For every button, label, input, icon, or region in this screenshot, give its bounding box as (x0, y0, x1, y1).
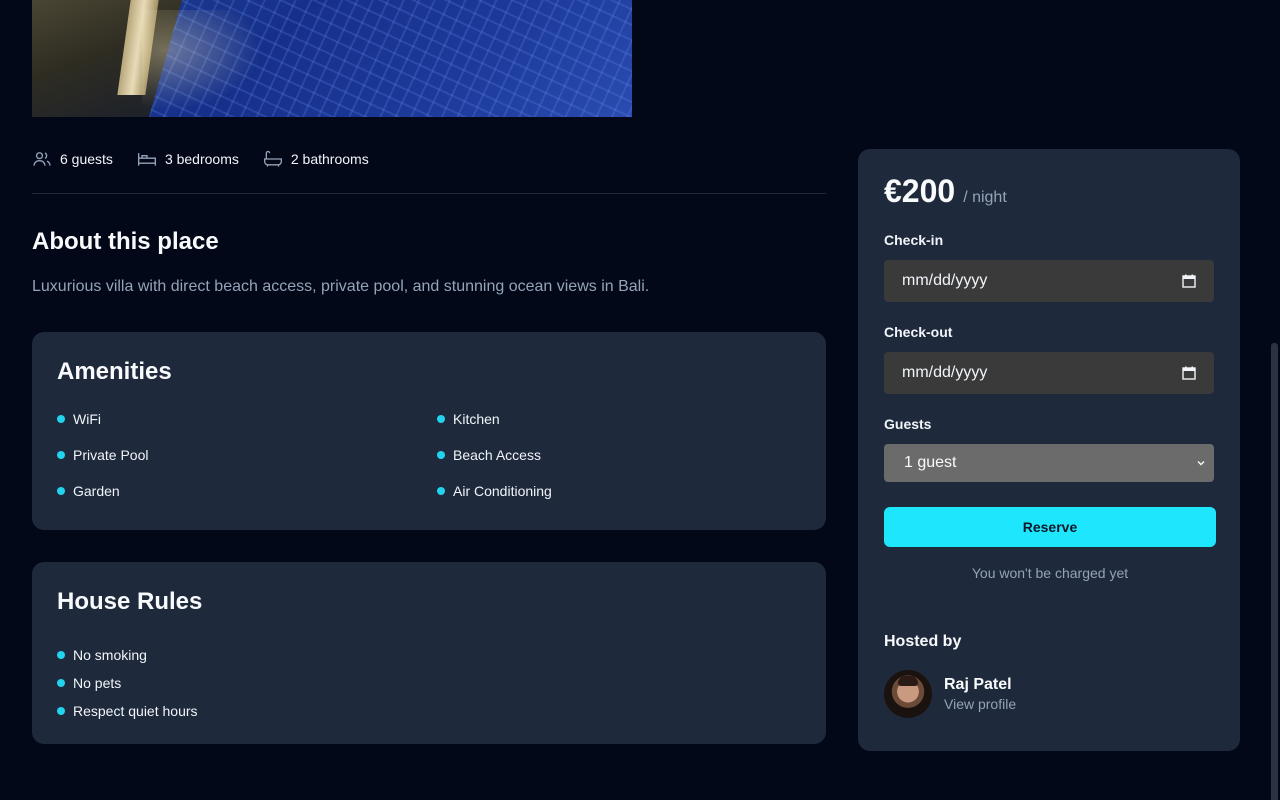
house-rules-list: No smoking No pets Respect quiet hours (57, 646, 801, 720)
property-features: 6 guests 3 bedrooms 2 bathrooms (32, 148, 826, 194)
bed-icon (137, 153, 156, 166)
hosted-by-label: Hosted by (884, 633, 962, 650)
bullet-dot-icon (57, 679, 65, 687)
host-name: Raj Patel (944, 676, 1012, 693)
amenity-label: Beach Access (453, 447, 541, 463)
about-title: About this place (32, 228, 219, 255)
listing-page: 6 guests 3 bedrooms 2 bathrooms About th… (0, 0, 1280, 800)
amenity-item: Garden (57, 482, 437, 500)
calendar-icon[interactable] (1182, 274, 1196, 288)
avatar[interactable] (884, 670, 932, 718)
reserve-button[interactable]: Reserve (884, 507, 1216, 547)
rule-item: No pets (57, 674, 801, 692)
bullet-dot-icon (57, 707, 65, 715)
bullet-dot-icon (437, 451, 445, 459)
rule-label: No smoking (73, 647, 147, 663)
view-profile-link[interactable]: View profile (944, 696, 1016, 712)
price-unit: / night (963, 189, 1007, 206)
checkout-value: mm/dd/yyyy (902, 364, 988, 381)
property-photo[interactable] (32, 0, 632, 117)
rule-label: Respect quiet hours (73, 703, 198, 719)
feature-bathrooms-label: 2 bathrooms (290, 151, 369, 167)
price-amount: €200 (884, 173, 956, 209)
about-description: Luxurious villa with direct beach access… (32, 278, 650, 295)
house-rules-title: House Rules (57, 588, 203, 615)
charge-note: You won't be charged yet (971, 565, 1129, 581)
chevron-down-icon (1197, 461, 1205, 466)
bullet-dot-icon (57, 487, 65, 495)
amenity-item: Air Conditioning (437, 482, 817, 500)
amenity-item: Kitchen (437, 410, 817, 428)
rule-item: Respect quiet hours (57, 702, 801, 720)
bath-icon (263, 150, 282, 167)
bullet-dot-icon (57, 451, 65, 459)
checkin-label: Check-in (884, 232, 944, 248)
guests-label: Guests (884, 416, 932, 432)
guests-select[interactable]: 1 guest (884, 444, 1214, 482)
bullet-dot-icon (437, 487, 445, 495)
checkin-value: mm/dd/yyyy (902, 272, 988, 289)
host-info: Raj Patel View profile (884, 670, 1214, 718)
amenities-card: Amenities WiFi Kitchen Private Pool Beac… (32, 332, 826, 530)
checkin-date-input[interactable]: mm/dd/yyyy (884, 260, 1214, 302)
amenity-item: Private Pool (57, 446, 437, 464)
photo-glow (142, 10, 262, 110)
amenity-item: Beach Access (437, 446, 817, 464)
rule-item: No smoking (57, 646, 801, 664)
feature-bedrooms: 3 bedrooms (137, 148, 239, 170)
feature-guests-label: 6 guests (60, 151, 113, 167)
checkout-date-input[interactable]: mm/dd/yyyy (884, 352, 1214, 394)
feature-guests: 6 guests (32, 148, 113, 170)
bullet-dot-icon (57, 651, 65, 659)
amenities-title: Amenities (57, 358, 172, 385)
scrollbar-thumb[interactable] (1271, 343, 1278, 800)
amenity-item: WiFi (57, 410, 437, 428)
booking-card: €200 / night Check-in mm/dd/yyyy Check-o… (858, 149, 1240, 751)
amenity-label: Private Pool (73, 447, 149, 463)
calendar-icon[interactable] (1182, 366, 1196, 380)
bullet-dot-icon (437, 415, 445, 423)
amenity-label: WiFi (73, 411, 101, 427)
checkout-label: Check-out (884, 324, 953, 340)
price: €200 / night (884, 173, 1214, 210)
amenities-list: WiFi Kitchen Private Pool Beach Access G… (57, 410, 801, 500)
house-rules-card: House Rules No smoking No pets Respect q… (32, 562, 826, 744)
rule-label: No pets (73, 675, 122, 691)
guests-icon (33, 152, 51, 166)
bullet-dot-icon (57, 415, 65, 423)
amenity-label: Air Conditioning (453, 483, 552, 499)
feature-bathrooms: 2 bathrooms (263, 148, 369, 170)
guests-value: 1 guest (904, 454, 957, 471)
amenity-label: Kitchen (453, 411, 500, 427)
feature-bedrooms-label: 3 bedrooms (164, 151, 239, 167)
amenity-label: Garden (73, 483, 120, 499)
